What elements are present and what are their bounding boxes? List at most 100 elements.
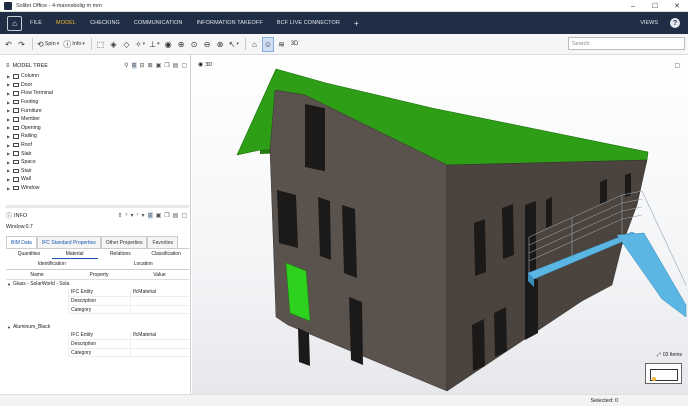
delete-icon[interactable]: ▤ xyxy=(173,62,179,69)
layers-icon[interactable]: ≋ xyxy=(276,37,287,52)
views-menu[interactable]: VIEWS xyxy=(640,20,658,26)
tree-expand-icon[interactable]: ⊠ xyxy=(148,62,153,69)
door[interactable] xyxy=(525,279,538,340)
tree-item[interactable]: ▶ Slab xyxy=(0,149,190,158)
wand-icon[interactable]: ✧ ▾ xyxy=(134,37,146,52)
panel-settings-icon[interactable]: ▢ xyxy=(181,212,187,219)
zoom-in-icon[interactable]: ⊕ xyxy=(176,37,187,52)
table-row[interactable]: Description xyxy=(6,340,189,349)
tree-item[interactable]: ▶ Opening xyxy=(0,124,190,133)
sort-icon[interactable]: ⇕ xyxy=(118,212,123,219)
window[interactable] xyxy=(349,297,363,365)
home-icon[interactable]: ⌂ xyxy=(7,15,22,31)
delete-icon[interactable]: ▤ xyxy=(173,212,179,219)
window[interactable] xyxy=(494,307,507,357)
window[interactable] xyxy=(546,197,552,228)
filter-icon[interactable]: ⚲ xyxy=(124,62,128,69)
window[interactable] xyxy=(474,219,486,276)
3d-view-icon[interactable]: 3D xyxy=(289,37,300,52)
chevron-down-icon[interactable]: ▾ xyxy=(142,212,145,219)
info-button[interactable]: ⓘ Info ▾ xyxy=(62,37,86,52)
hide-icon[interactable]: ◈ xyxy=(108,37,119,52)
collapse-arrow-icon[interactable]: ▼ xyxy=(7,282,11,287)
table-row[interactable]: IFC Entity IfcMaterial xyxy=(6,288,189,298)
tree-item[interactable]: ▶ Door xyxy=(0,81,190,90)
tree-item[interactable]: ▶ Flow Terminal xyxy=(0,89,190,98)
window[interactable] xyxy=(342,205,357,278)
close-button[interactable]: ✕ xyxy=(666,0,688,12)
minimize-button[interactable]: – xyxy=(622,0,644,12)
column-value[interactable]: Value xyxy=(130,271,189,279)
menu-file[interactable]: FILE xyxy=(30,20,42,26)
tree-item[interactable]: ▶ Member xyxy=(0,115,190,124)
lock-icon[interactable]: ▣ xyxy=(156,212,162,219)
tree-options-icon[interactable]: ⊟ xyxy=(140,62,145,69)
zoom-out-icon[interactable]: ⊖ xyxy=(202,37,213,52)
help-icon[interactable]: ? xyxy=(670,18,680,28)
spin-button[interactable]: ⟲ Spin ▾ xyxy=(36,37,60,52)
column-name[interactable]: Name xyxy=(6,271,68,279)
copy-icon[interactable]: ❐ xyxy=(164,62,169,69)
tree-item[interactable]: ▶ Roof xyxy=(0,141,190,150)
search-input[interactable]: Search xyxy=(568,37,685,50)
menu-information-takeoff[interactable]: INFORMATION TAKEOFF xyxy=(196,20,262,26)
tab-other-properties[interactable]: Other Properties xyxy=(100,236,148,248)
tab-ifc-standard-properties[interactable]: IFC Standard Properties xyxy=(36,236,101,248)
zoom-selected-icon[interactable]: ⊗ xyxy=(215,37,226,52)
person-view-icon[interactable]: ☺ xyxy=(261,36,275,52)
panel-divider[interactable] xyxy=(6,205,189,208)
window[interactable] xyxy=(277,190,298,248)
back-icon[interactable]: ‹ xyxy=(126,212,128,219)
add-tab-button[interactable]: + xyxy=(354,19,359,28)
menu-communication[interactable]: COMMUNICATION xyxy=(134,20,183,26)
tab-relations[interactable]: Relations xyxy=(98,249,144,259)
tree-item[interactable]: ▶ Window xyxy=(0,184,190,193)
select-icon[interactable]: ⬚ xyxy=(95,37,106,52)
window[interactable] xyxy=(472,319,485,371)
balcony-stair[interactable] xyxy=(616,232,687,318)
tree-item[interactable]: ▶ Wall xyxy=(0,175,190,184)
lock-icon[interactable]: ▣ xyxy=(156,62,162,69)
collapse-arrow-icon[interactable]: ▼ xyxy=(7,325,11,330)
redo-icon[interactable]: ↷ xyxy=(16,37,27,52)
window[interactable] xyxy=(305,104,325,172)
house-icon[interactable]: ⌂ xyxy=(249,37,260,52)
tree-item[interactable]: ▶ Furniture xyxy=(0,106,190,115)
tab-material[interactable]: Material xyxy=(51,249,98,259)
camera-icon[interactable]: ◉ xyxy=(163,37,174,52)
copy-icon[interactable]: ❐ xyxy=(164,212,169,219)
3d-viewport[interactable]: ◉ 3D ▢ ⤢ 03 Items xyxy=(192,55,688,394)
tree-item[interactable]: ▶ Stair xyxy=(0,167,190,176)
tab-bim-data[interactable]: BIM Data xyxy=(6,236,37,248)
zoom-fit-icon[interactable]: ⊙ xyxy=(189,37,200,52)
tree-view-icon[interactable]: ⊞ xyxy=(131,62,137,69)
table-row[interactable]: Category xyxy=(6,305,189,315)
window[interactable] xyxy=(502,204,514,259)
menu-model[interactable]: MODEL xyxy=(56,20,76,26)
menu-icon[interactable]: ≡ xyxy=(6,63,10,69)
chevron-down-icon[interactable]: ▾ xyxy=(131,212,134,219)
material-group[interactable]: ▼ Glass - SolarWorld - Sola xyxy=(6,280,189,289)
menu-checking[interactable]: CHECKING xyxy=(90,20,120,26)
material-group[interactable]: ▼ Aluminum_Black xyxy=(6,323,189,332)
tree-item[interactable]: ▶ Column xyxy=(0,72,190,81)
panel-settings-icon[interactable]: ▢ xyxy=(181,62,187,69)
menu-bcf-live-connector[interactable]: BCF LIVE CONNECTOR xyxy=(277,20,340,26)
column-property[interactable]: Property xyxy=(68,271,130,279)
measure-icon[interactable]: ⊥ ▾ xyxy=(148,37,160,52)
pin-icon[interactable]: ⊞ xyxy=(147,212,153,219)
window[interactable] xyxy=(298,328,310,366)
isolate-icon[interactable]: ◇ xyxy=(121,37,132,52)
window[interactable] xyxy=(600,179,607,204)
window[interactable] xyxy=(318,197,331,260)
minimap[interactable] xyxy=(645,363,682,384)
pan-icon[interactable]: ↖ ▾ xyxy=(228,37,240,52)
forward-icon[interactable]: › xyxy=(137,212,139,219)
tab-classification[interactable]: Classification xyxy=(143,249,189,259)
tab-favorites[interactable]: Favorites xyxy=(147,236,179,248)
tab-quantities[interactable]: Quantities xyxy=(6,249,52,259)
tab-identification[interactable]: Identification xyxy=(6,259,98,269)
tree-item[interactable]: ▶ Space xyxy=(0,158,190,167)
table-row[interactable]: Description xyxy=(6,297,189,306)
undo-icon[interactable]: ↶ xyxy=(3,37,14,52)
